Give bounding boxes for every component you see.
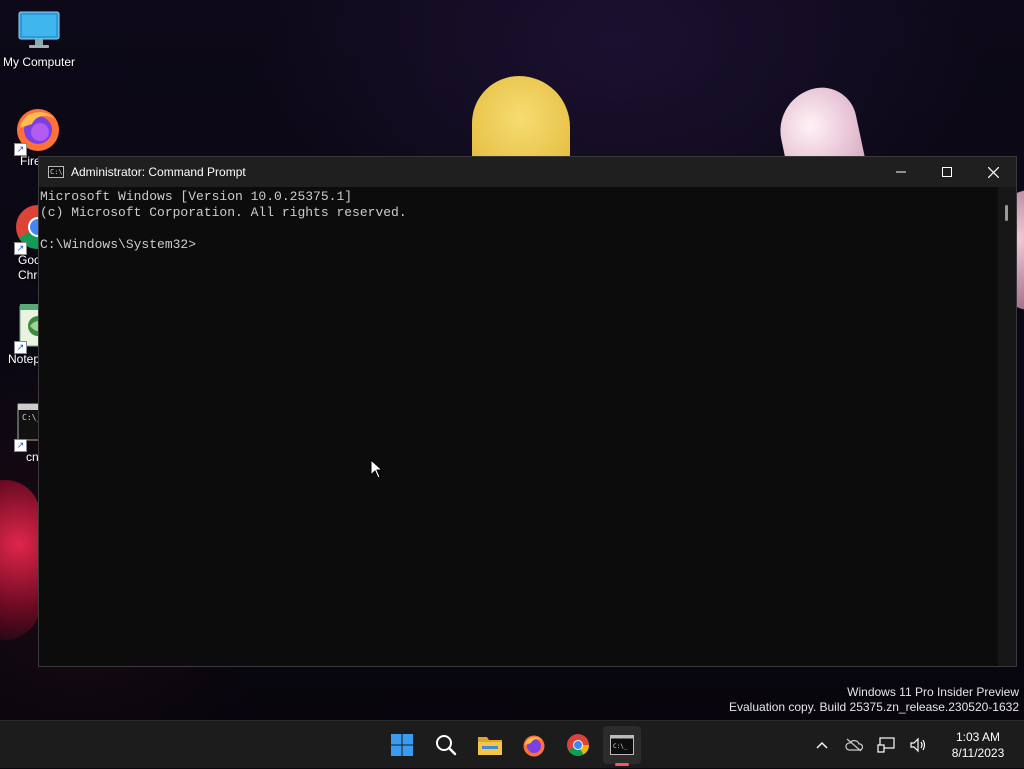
window-titlebar[interactable]: C:\ Administrator: Command Prompt — [39, 157, 1016, 187]
shortcut-arrow-icon: ↗ — [14, 439, 27, 452]
onedrive-button[interactable] — [838, 721, 870, 769]
command-prompt-window[interactable]: C:\ Administrator: Command Prompt Micros… — [38, 156, 1017, 667]
desktop-icon-label: cn — [26, 450, 39, 464]
file-explorer-button[interactable] — [468, 721, 512, 769]
file-explorer-icon — [478, 737, 502, 755]
close-icon — [987, 166, 999, 178]
shortcut-arrow-icon: ↗ — [14, 341, 27, 354]
desktop-icon-label: My Computer — [2, 55, 76, 69]
clock-date: 8/11/2023 — [951, 746, 1005, 760]
console-scrollbar[interactable] — [998, 187, 1016, 666]
watermark-edition: Windows 11 Pro Insider Preview — [847, 685, 1019, 699]
cmd-title-icon: C:\ — [48, 166, 64, 178]
clock-time: 1:03 AM — [955, 730, 1001, 744]
watermark-build: Evaluation copy. Build 25375.zn_release.… — [729, 700, 1019, 714]
console-line: Microsoft Windows [Version 10.0.25375.1] — [40, 189, 353, 204]
scrollbar-thumb[interactable] — [1005, 205, 1008, 221]
mouse-cursor-icon — [370, 459, 384, 479]
desktop-icon-my-computer[interactable]: My Computer — [0, 10, 78, 70]
desktop-icon-label: Notep — [8, 352, 41, 366]
svg-text:C:\_: C:\_ — [613, 743, 628, 750]
minimize-icon — [896, 171, 906, 173]
search-icon — [436, 735, 457, 756]
desktop-icon-cmd[interactable]: C:\_ ↗ cn — [0, 402, 59, 465]
active-app-indicator — [615, 763, 629, 766]
shortcut-arrow-icon: ↗ — [14, 143, 27, 156]
desktop-icon-firefox[interactable]: ↗ Fire — [0, 104, 59, 169]
maximize-icon — [942, 167, 952, 177]
wallpaper-shape — [0, 480, 40, 640]
close-button[interactable] — [970, 157, 1016, 187]
terminal-icon: C:\_ — [610, 735, 634, 755]
chrome-icon — [567, 734, 589, 756]
maximize-button[interactable] — [924, 157, 970, 187]
network-icon — [877, 737, 895, 753]
firefox-icon — [523, 735, 545, 757]
onedrive-offline-icon — [845, 738, 863, 752]
taskbar: C:\_ 1:03 AM 8/11/2023 — [0, 720, 1024, 768]
volume-button[interactable] — [902, 721, 934, 769]
network-button[interactable] — [870, 721, 902, 769]
desktop-icon-label: Goo Chro — [18, 253, 45, 282]
desktop-icon-notepad[interactable]: ↗ Notep — [0, 302, 55, 367]
console-output[interactable]: Microsoft Windows [Version 10.0.25375.1]… — [39, 187, 998, 666]
taskbar-chrome-button[interactable] — [556, 721, 600, 769]
window-title: Administrator: Command Prompt — [71, 165, 246, 179]
taskbar-clock[interactable]: 1:03 AM 8/11/2023 — [938, 729, 1018, 761]
chevron-up-icon — [816, 742, 828, 749]
volume-icon — [910, 737, 926, 753]
taskbar-firefox-button[interactable] — [512, 721, 556, 769]
monitor-icon — [18, 11, 60, 48]
show-hidden-icons-button[interactable] — [806, 721, 838, 769]
console-line: (c) Microsoft Corporation. All rights re… — [40, 205, 407, 220]
taskbar-terminal-button[interactable]: C:\_ — [600, 721, 644, 769]
minimize-button[interactable] — [878, 157, 924, 187]
shortcut-arrow-icon: ↗ — [14, 242, 27, 255]
search-button[interactable] — [424, 721, 468, 769]
start-icon — [391, 734, 413, 756]
console-prompt: C:\Windows\System32> — [40, 237, 197, 252]
system-tray: 1:03 AM 8/11/2023 — [806, 721, 1024, 769]
desktop-icon-chrome[interactable]: ↗ Goo Chro — [0, 203, 60, 283]
desktop-icon-label: Fire — [20, 154, 41, 168]
evaluation-watermark: Windows 11 Pro Insider Preview Evaluatio… — [729, 685, 1019, 715]
start-button[interactable] — [380, 721, 424, 769]
